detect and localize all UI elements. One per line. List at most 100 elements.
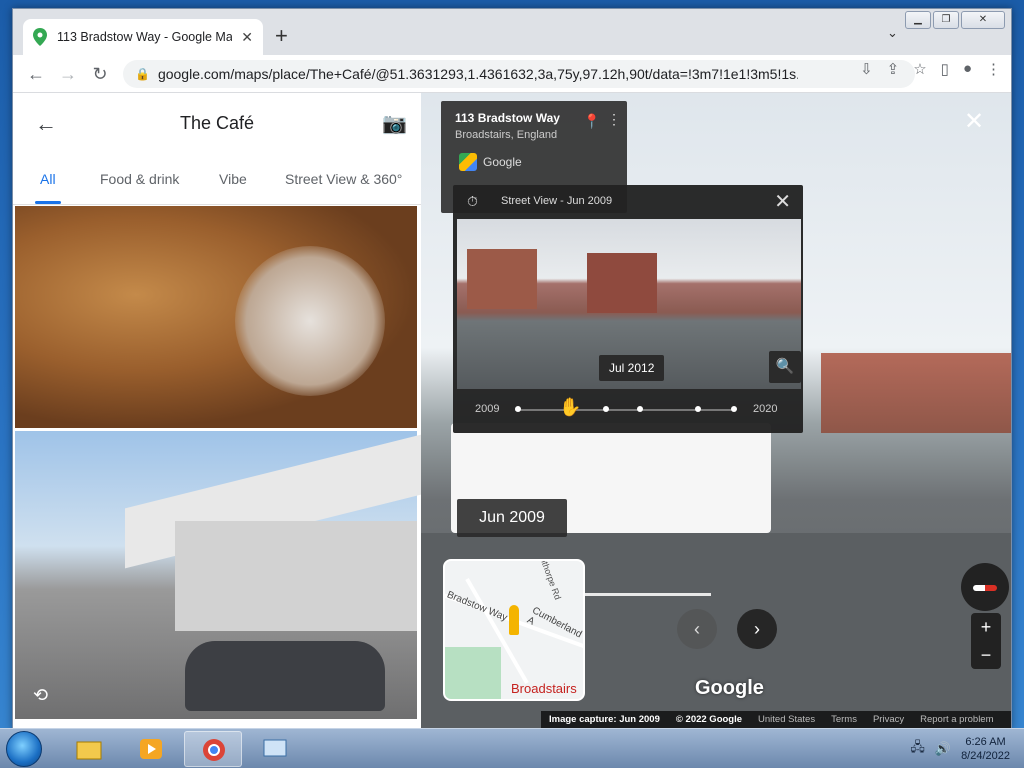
- scene-houses: [821, 353, 1011, 433]
- next-arrow-icon[interactable]: ›: [737, 609, 777, 649]
- panel-header: ← The Café 📷: [13, 93, 421, 155]
- profile-avatar-icon[interactable]: ●: [963, 60, 972, 78]
- address-city: Broadstairs, England: [455, 129, 558, 141]
- timeline-start-label: 2009: [475, 403, 500, 415]
- more-options-icon[interactable]: ⋮: [607, 111, 621, 128]
- image-capture-date: Image capture: Jun 2009: [549, 714, 660, 725]
- time-machine-panel: ⏱ Street View - Jun 2009 ✕ Jul 2012 🔍 20…: [453, 185, 803, 433]
- zoom-in-button[interactable]: +: [971, 613, 1001, 641]
- taskbar-app[interactable]: [246, 731, 304, 767]
- previous-arrow-icon[interactable]: ‹: [677, 609, 717, 649]
- copyright: © 2022 Google: [675, 714, 743, 725]
- timeline-dot[interactable]: [695, 406, 701, 412]
- toolbar-actions: ⇩ ⇪ ☆ ▯ ● ⋮: [860, 60, 1001, 78]
- window-controls: ▁ ❐ ✕: [905, 11, 1005, 29]
- source-label: Google: [483, 155, 522, 169]
- photo-building-exterior[interactable]: ⟲: [15, 431, 425, 719]
- taskbar-chrome[interactable]: [184, 731, 242, 767]
- side-panel-icon[interactable]: ▯: [941, 60, 949, 78]
- zoom-controls: + −: [971, 613, 1001, 669]
- time-machine-title: Street View - Jun 2009: [501, 195, 613, 207]
- tab-street-view-360[interactable]: Street View & 360°: [285, 171, 402, 187]
- reload-icon[interactable]: ↻: [89, 63, 111, 85]
- place-photos-panel: ← The Café 📷 All Food & drink Vibe Stree…: [13, 93, 425, 729]
- street-view-minimap[interactable]: Bradstow Way unthorpe Rd Cumberland A Br…: [443, 559, 585, 701]
- photo-fur-closeup[interactable]: [15, 206, 417, 428]
- clock-date: 8/24/2022: [961, 750, 1010, 762]
- clock-time: 6:26 AM: [965, 736, 1006, 748]
- minimap-street-label: unthorpe Rd: [536, 559, 563, 601]
- lock-icon: 🔒: [135, 67, 150, 81]
- terms-link[interactable]: Terms: [831, 714, 857, 726]
- tab-all[interactable]: All: [40, 171, 56, 187]
- hand-cursor-icon[interactable]: ✋: [559, 397, 581, 418]
- photo-detail: [235, 246, 385, 396]
- timeline-dot[interactable]: [603, 406, 609, 412]
- time-machine-preview[interactable]: Jul 2012 🔍: [457, 219, 801, 389]
- privacy-link[interactable]: Privacy: [873, 714, 904, 726]
- tab-close-icon[interactable]: ✕: [241, 29, 253, 46]
- compass-icon[interactable]: [961, 563, 1009, 611]
- browser-toolbar: ← → ↻ 🔒 google.com/maps/place/The+Café/@…: [13, 55, 1011, 93]
- report-problem-link[interactable]: Report a problem: [920, 714, 993, 726]
- street-view-canvas[interactable]: 113 Bradstow Way Broadstairs, England 📍 …: [421, 93, 1011, 729]
- menu-kebab-icon[interactable]: ⋮: [986, 60, 1001, 78]
- system-tray: 🖧 🔊 6:26 AM 8/24/2022: [910, 733, 1010, 765]
- media-player-icon: [140, 739, 162, 759]
- maximize-button[interactable]: ❐: [933, 11, 959, 29]
- active-tab-indicator: [35, 201, 61, 204]
- minimize-button[interactable]: ▁: [905, 11, 931, 29]
- url-text: google.com/maps/place/The+Café/@51.36312…: [157, 66, 798, 82]
- taskbar-media-player[interactable]: [122, 731, 180, 767]
- address-bar[interactable]: 🔒 google.com/maps/place/The+Café/@51.363…: [123, 60, 915, 88]
- 360-rotate-icon: ⟲: [33, 685, 49, 705]
- volume-icon[interactable]: 🔊: [935, 741, 951, 757]
- current-date-badge[interactable]: Jun 2009: [457, 499, 567, 537]
- minimap-park: [445, 647, 501, 699]
- browser-tab[interactable]: 113 Bradstow Way - Google Map ✕: [23, 19, 263, 55]
- preview-house: [587, 253, 657, 313]
- minimap-town-label: Broadstairs: [511, 681, 577, 696]
- close-street-view-icon[interactable]: ✕: [964, 107, 984, 136]
- timeline-dot[interactable]: [637, 406, 643, 412]
- install-icon[interactable]: ⇩: [860, 60, 873, 78]
- street-view-footer: Image capture: Jun 2009 © 2022 Google Un…: [541, 711, 1011, 729]
- address-title: 113 Bradstow Way: [455, 111, 560, 125]
- add-photo-icon[interactable]: 📷: [382, 111, 407, 136]
- tray-clock[interactable]: 6:26 AM 8/24/2022: [961, 735, 1010, 763]
- preview-house: [467, 249, 537, 309]
- bookmark-star-icon[interactable]: ☆: [913, 60, 926, 78]
- new-tab-icon[interactable]: +: [275, 25, 288, 47]
- photo-tabs: All Food & drink Vibe Street View & 360°: [13, 155, 421, 205]
- browser-window: 113 Bradstow Way - Google Map ✕ + ⌄ ▁ ❐ …: [12, 8, 1012, 730]
- zoom-in-icon[interactable]: 🔍: [769, 351, 801, 383]
- control-panel-icon: [263, 739, 287, 757]
- forward-arrow-icon[interactable]: →: [57, 63, 79, 85]
- tab-vibe[interactable]: Vibe: [219, 171, 247, 187]
- region-link[interactable]: United States: [758, 714, 815, 726]
- back-arrow-icon[interactable]: ←: [25, 63, 47, 85]
- timeline-track[interactable]: [515, 409, 735, 411]
- taskbar-explorer[interactable]: [60, 731, 118, 767]
- history-clock-icon[interactable]: ⏱: [467, 193, 478, 210]
- tab-food-drink[interactable]: Food & drink: [100, 171, 179, 187]
- preview-date-label: Jul 2012: [599, 355, 665, 381]
- timeline-dot[interactable]: [731, 406, 737, 412]
- network-icon[interactable]: 🖧: [910, 738, 925, 760]
- time-machine-close-icon[interactable]: ✕: [774, 189, 791, 214]
- zoom-out-button[interactable]: −: [971, 641, 1001, 669]
- google-watermark: Google: [695, 677, 764, 699]
- location-pin-icon[interactable]: 📍: [583, 113, 600, 130]
- close-window-button[interactable]: ✕: [961, 11, 1005, 29]
- share-icon[interactable]: ⇪: [887, 60, 900, 78]
- tab-search-chevron-icon[interactable]: ⌄: [887, 25, 898, 41]
- tab-title: 113 Bradstow Way - Google Map: [57, 30, 232, 44]
- tab-strip: 113 Bradstow Way - Google Map ✕ + ⌄ ▁ ❐ …: [13, 9, 1011, 55]
- timeline-dot[interactable]: [515, 406, 521, 412]
- start-button[interactable]: [6, 731, 42, 767]
- photo-building: [175, 521, 417, 631]
- taskbar: 🖧 🔊 6:26 AM 8/24/2022: [0, 728, 1024, 768]
- timeline-end-label: 2020: [753, 403, 778, 415]
- pegman-icon: [509, 605, 519, 635]
- folder-icon: [76, 741, 102, 760]
